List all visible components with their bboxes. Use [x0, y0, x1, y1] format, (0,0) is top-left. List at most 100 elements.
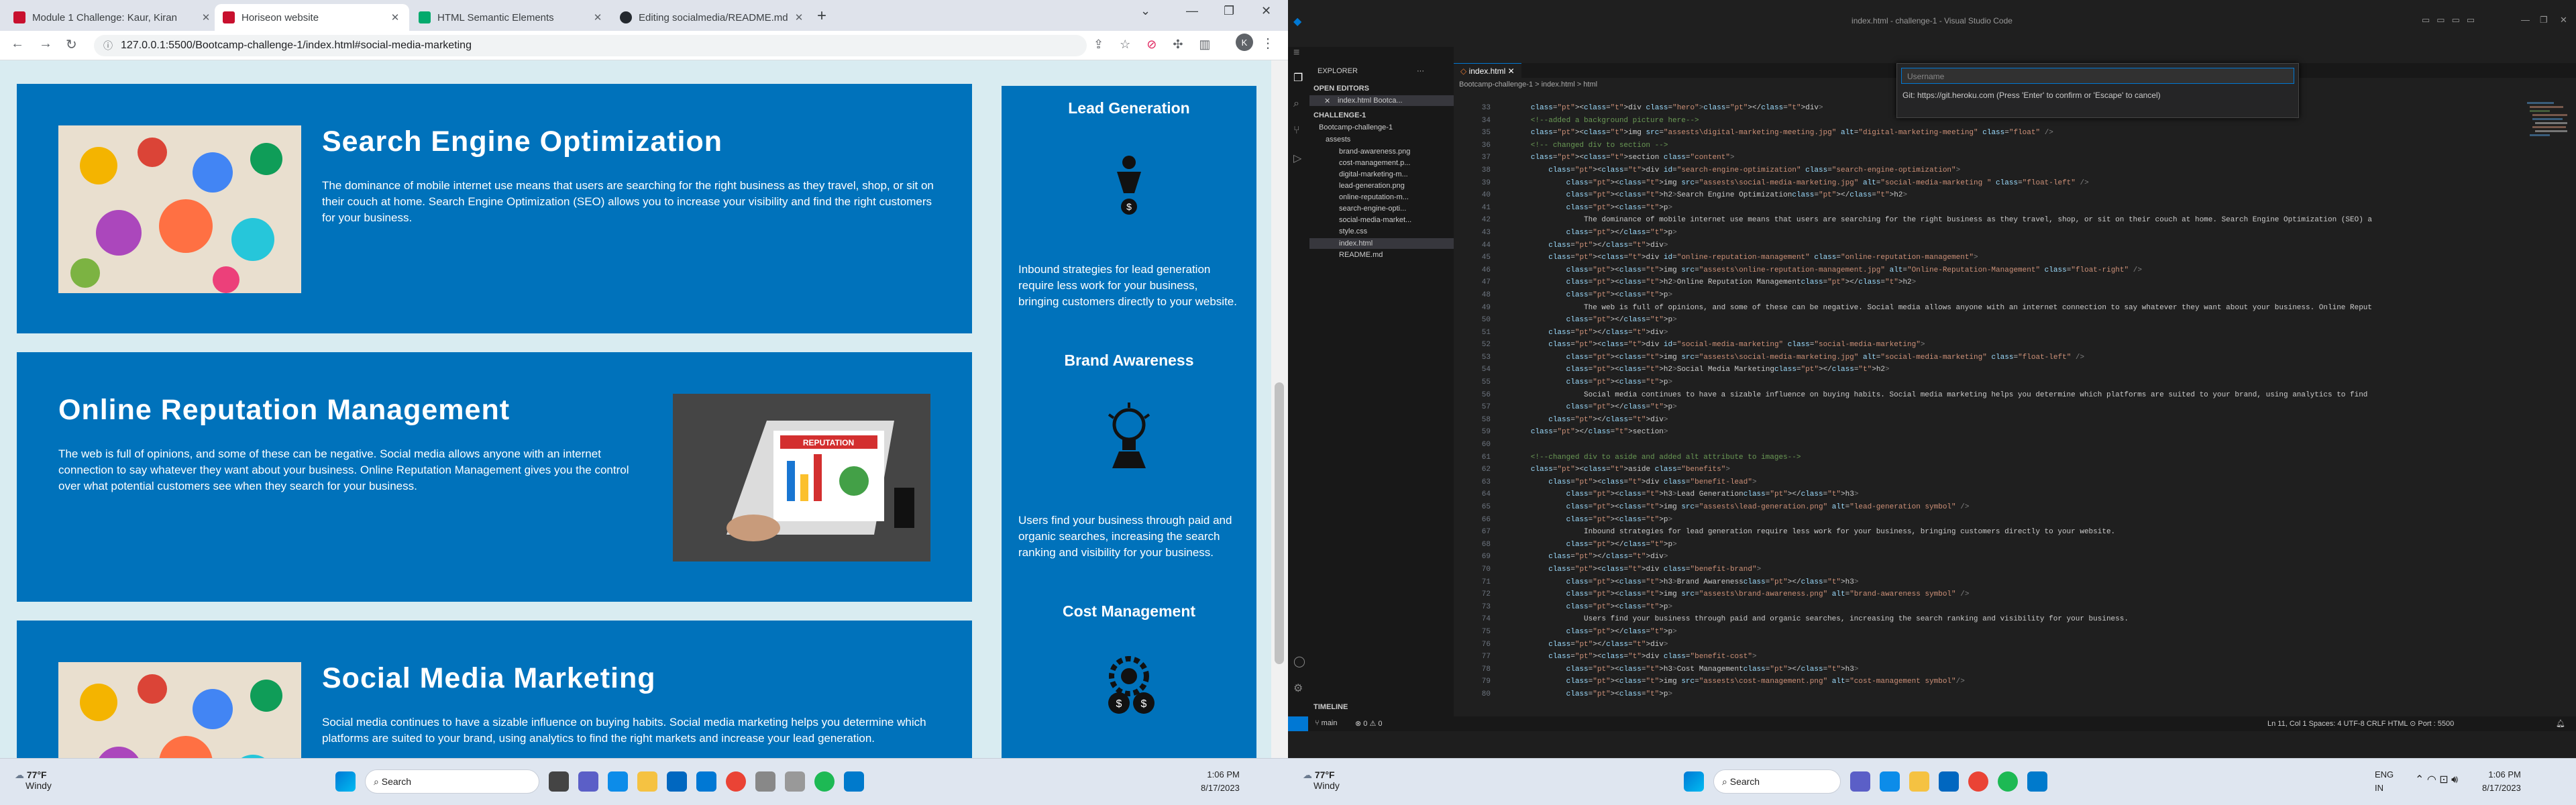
code-line[interactable]: [1495, 439, 2461, 451]
code-line[interactable]: class="pt"><class="t">img src="assests\b…: [1495, 588, 2461, 601]
code-line[interactable]: <!-- changed div to section -->: [1495, 140, 2461, 152]
menu-icon[interactable]: ≡: [1293, 47, 1299, 59]
close-icon[interactable]: ✕: [592, 11, 604, 23]
spotify-icon[interactable]: [1998, 771, 2018, 792]
app-icon[interactable]: [755, 771, 775, 792]
code-line[interactable]: class="pt"><class="t">section class="con…: [1495, 152, 2461, 164]
clock[interactable]: 1:06 PM 8/17/2023: [1201, 768, 1240, 795]
minimize-icon[interactable]: —: [1186, 4, 1198, 18]
code-line[interactable]: class="pt"><class="t">p>: [1495, 376, 2461, 389]
edge-icon[interactable]: [608, 771, 628, 792]
forward-icon[interactable]: →: [39, 36, 52, 52]
tab-search-chevron-icon[interactable]: ⌄: [1140, 4, 1150, 18]
code-line[interactable]: class="pt"><class="t">div id="search-eng…: [1495, 164, 2461, 177]
code-line[interactable]: class="pt"><class="t">p>: [1495, 514, 2461, 527]
close-icon[interactable]: ✕: [793, 11, 805, 23]
weather-widget[interactable]: ☁ 77°F Windy: [1303, 769, 1340, 791]
file-item[interactable]: cost-management.p...: [1339, 159, 1410, 167]
breadcrumb[interactable]: Bootcamp-challenge-1 > index.html > html: [1459, 80, 1597, 89]
code-line[interactable]: class="pt"></class="t">section>: [1495, 426, 2461, 439]
file-item[interactable]: style.css: [1339, 227, 1367, 235]
tab-horiseon-website[interactable]: Horiseon website ✕: [215, 4, 409, 31]
code-line[interactable]: class="pt"><class="t">img src="assests\s…: [1495, 177, 2461, 190]
code-line[interactable]: class="pt"><class="t">img src="assests\d…: [1495, 127, 2461, 140]
taskbar-search[interactable]: ⌕ Search: [365, 769, 539, 794]
code-line[interactable]: <!--changed div to aside and added alt a…: [1495, 451, 2461, 464]
open-editor-close-icon[interactable]: ✕: [1324, 97, 1330, 105]
folder-item[interactable]: Bootcamp-challenge-1: [1319, 123, 1393, 131]
profile-avatar[interactable]: K: [1236, 34, 1253, 51]
close-icon[interactable]: ✕: [389, 11, 401, 23]
code-line[interactable]: Inbound strategies for lead generation r…: [1495, 526, 2461, 539]
layout-controls-icon[interactable]: ▭▭▭▭: [2422, 15, 2481, 25]
code-line[interactable]: class="pt"><class="t">div class="benefit…: [1495, 476, 2461, 489]
code-line[interactable]: class="pt"></class="t">div>: [1495, 239, 2461, 252]
timeline-header[interactable]: TIMELINE: [1313, 703, 1348, 711]
file-item[interactable]: search-engine-opti...: [1339, 205, 1406, 213]
code-line[interactable]: class="pt"><class="t">img src="assests\o…: [1495, 264, 2461, 277]
vscode-icon[interactable]: [2027, 771, 2047, 792]
page-scrollbar[interactable]: [1271, 60, 1288, 758]
teams-icon[interactable]: [578, 771, 598, 792]
problems-indicator[interactable]: ⊗ 0 ⚠ 0: [1355, 719, 1382, 728]
tab-module-challenge[interactable]: Module 1 Challenge: Kaur, Kiran ✕: [5, 4, 220, 31]
address-bar[interactable]: ⓘ 127.0.0.1:5500/Bootcamp-challenge-1/in…: [94, 35, 1087, 56]
code-line[interactable]: class="pt"><class="t">img src="assests\l…: [1495, 501, 2461, 514]
code-line[interactable]: class="pt"></class="t">p>: [1495, 401, 2461, 414]
menu-icon[interactable]: ⋮: [1261, 35, 1275, 52]
code-line[interactable]: The dominance of mobile internet use mea…: [1495, 214, 2461, 227]
app-icon[interactable]: [785, 771, 805, 792]
maximize-icon[interactable]: ❐: [2540, 15, 2548, 25]
reload-icon[interactable]: ↻: [66, 36, 77, 53]
chrome-icon[interactable]: [726, 771, 746, 792]
run-debug-icon[interactable]: ▷: [1293, 152, 1301, 165]
file-item[interactable]: index.html: [1339, 239, 1373, 248]
back-icon[interactable]: ←: [11, 36, 24, 52]
spotify-icon[interactable]: [814, 771, 835, 792]
window-close-icon[interactable]: ✕: [1261, 4, 1271, 18]
share-icon[interactable]: ⇪: [1093, 38, 1104, 52]
code-line[interactable]: class="pt"><class="t">h3>Cost Management…: [1495, 663, 2461, 676]
chrome-icon[interactable]: [1968, 771, 1988, 792]
code-line[interactable]: class="pt"><class="t">p>: [1495, 601, 2461, 614]
code-line[interactable]: class="pt"><class="t">img src="assests\c…: [1495, 676, 2461, 688]
new-tab-icon[interactable]: +: [817, 7, 826, 25]
code-line[interactable]: class="pt"><class="t">div class="benefit…: [1495, 651, 2461, 663]
explorer-icon[interactable]: ❐: [1293, 71, 1303, 85]
status-right-items[interactable]: Ln 11, Col 1 Spaces: 4 UTF-8 CRLF HTML ⊙…: [2267, 719, 2454, 728]
start-icon[interactable]: [335, 771, 356, 792]
code-line[interactable]: class="pt"><class="t">p>: [1495, 289, 2461, 302]
extensions-puzzle-icon[interactable]: ✣: [1173, 38, 1183, 52]
folder-item[interactable]: assests: [1326, 136, 1350, 144]
search-icon[interactable]: ⌕: [1293, 98, 1299, 110]
tab-github-readme[interactable]: Editing socialmedia/README.md ✕: [612, 4, 813, 31]
code-line[interactable]: Social media continues to have a sizable…: [1495, 389, 2461, 402]
store-icon[interactable]: [667, 771, 687, 792]
mail-icon[interactable]: [696, 771, 716, 792]
branch-icon[interactable]: ⑂ main: [1315, 719, 1338, 727]
code-line[interactable]: class="pt"></class="t">div>: [1495, 327, 2461, 339]
code-editor[interactable]: ◇ index.html ✕ Bootcamp-challenge-1 > in…: [1454, 47, 2576, 716]
code-line[interactable]: class="pt"></class="t">div>: [1495, 414, 2461, 427]
tray-icons[interactable]: ⌃ ◠ ⊡ 🔊︎: [2415, 773, 2458, 787]
code-line[interactable]: class="pt"></class="t">p>: [1495, 227, 2461, 239]
code-line[interactable]: class="pt"></class="t">p>: [1495, 314, 2461, 327]
code-line[interactable]: class="pt"><class="t">h3>Brand Awareness…: [1495, 576, 2461, 589]
settings-gear-icon[interactable]: ⚙: [1293, 682, 1303, 695]
edge-icon[interactable]: [1880, 771, 1900, 792]
file-explorer-icon[interactable]: [1909, 771, 1929, 792]
code-line[interactable]: Users find your business through paid an…: [1495, 613, 2461, 626]
code-line[interactable]: The web is full of opinions, and some of…: [1495, 302, 2461, 315]
code-line[interactable]: class="pt"></class="t">p>: [1495, 539, 2461, 551]
close-icon[interactable]: ✕: [200, 11, 212, 23]
code-line[interactable]: class="pt"><class="t">h2>Social Media Ma…: [1495, 364, 2461, 376]
code-line[interactable]: class="pt"></class="t">div>: [1495, 639, 2461, 651]
start-icon[interactable]: [1684, 771, 1704, 792]
open-editors-header[interactable]: OPEN EDITORS: [1313, 85, 1369, 93]
file-item[interactable]: social-media-market...: [1339, 216, 1411, 224]
clock[interactable]: 1:06 PM 8/17/2023: [2482, 768, 2521, 795]
file-item[interactable]: online-reputation-m...: [1339, 193, 1409, 201]
side-panel-icon[interactable]: ▥: [1199, 38, 1210, 52]
more-actions-icon[interactable]: ···: [1417, 67, 1424, 75]
scrollbar-thumb[interactable]: [1275, 382, 1284, 664]
